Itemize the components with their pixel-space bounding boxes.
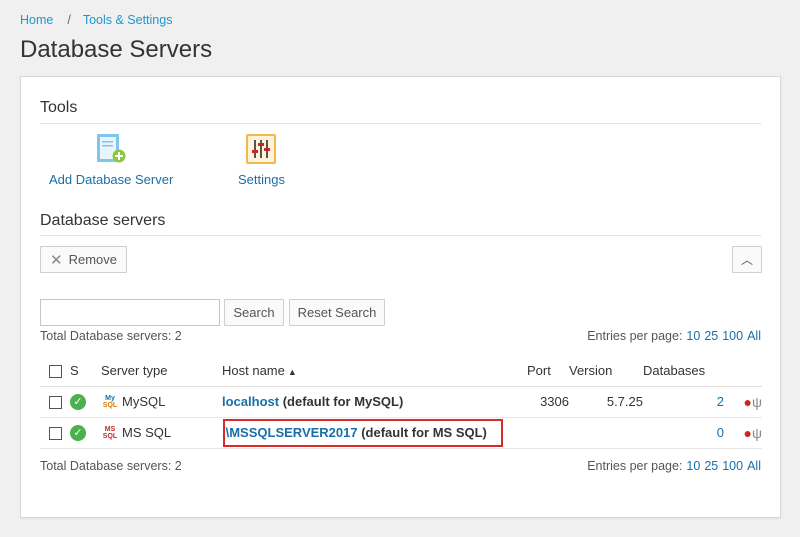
column-databases[interactable]: Databases [643,355,724,387]
entries-all[interactable]: All [747,329,761,343]
table-header-row: S Server type Host name ▲ Port Version Da… [40,355,762,387]
column-host-name[interactable]: Host name ▲ [222,355,527,387]
add-database-server-button[interactable]: Add Database Server [49,133,173,187]
main-panel: Tools Add Database Server Settings Datab… [20,76,781,518]
mssql-icon-text-bottom: SQL [102,433,118,441]
column-version[interactable]: Version [569,355,643,387]
mysql-icon-text-bottom: SQL [102,402,118,410]
breadcrumb-tools-settings[interactable]: Tools & Settings [83,13,173,27]
add-database-server-icon [95,133,127,165]
entries-per-page-bottom: Entries per page: 10 25 100 All [587,459,761,473]
database-servers-section-title: Database servers [40,212,166,229]
host-note: (default for MySQL) [282,394,404,409]
entries-25[interactable]: 25 [704,459,718,473]
server-type: MySQL [122,393,166,409]
chevron-up-icon: ︿ [740,253,753,267]
remove-x-icon: ✕ [50,251,63,269]
entries-10[interactable]: 10 [686,459,700,473]
mysql-icon-text-top: My [105,395,115,403]
row-checkbox[interactable] [49,396,62,410]
version-value [569,417,643,449]
entries-per-page-label: Entries per page: [587,329,683,343]
settings-button[interactable]: Settings [238,133,285,187]
breadcrumb-separator: / [67,13,71,27]
remove-label: Remove [68,252,117,267]
tools-wrench-icon[interactable]: ●ψ [744,394,762,410]
database-servers-table: S Server type Host name ▲ Port Version Da… [40,355,762,449]
host-link[interactable]: localhost [222,394,279,409]
row-checkbox[interactable] [49,427,62,441]
tools-divider [40,123,761,124]
collapse-toggle-button[interactable]: ︿ [732,246,762,273]
entries-100[interactable]: 100 [722,329,743,343]
total-count-bottom: Total Database servers: 2 [40,459,182,473]
entries-per-page-top: Entries per page: 10 25 100 All [587,329,761,343]
mssql-icon: MS SQL [101,426,119,440]
port-value: 3306 [527,386,569,418]
host-link[interactable]: .\MSSQLSERVER2017 [222,425,358,440]
host-name-header-label: Host name [222,362,285,378]
page-title: Database Servers [20,36,213,63]
port-value [527,417,569,449]
column-server-type[interactable]: Server type [101,355,222,387]
version-value: 5.7.25 [569,386,643,418]
sort-ascending-icon: ▲ [287,366,297,377]
host-note: (default for MS SQL) [361,425,487,440]
entries-100[interactable]: 100 [722,459,743,473]
databases-count-link[interactable]: 2 [717,394,724,409]
entries-10[interactable]: 10 [686,329,700,343]
search-input[interactable] [40,299,220,326]
breadcrumb-home[interactable]: Home [20,13,53,27]
entries-all[interactable]: All [747,459,761,473]
mssql-icon-text-top: MS [104,426,116,434]
table-row: ✓ My SQL MySQL localhost (default for MySQ… [40,386,762,418]
search-button[interactable]: Search [224,299,284,326]
select-all-checkbox[interactable] [49,364,62,378]
tools-section-title: Tools [40,99,78,116]
settings-label: Settings [238,172,285,187]
total-count-top: Total Database servers: 2 [40,329,182,343]
column-status[interactable]: S [70,355,101,387]
remove-button[interactable]: ✕ Remove [40,246,127,273]
server-type: MS SQL [122,424,172,440]
entries-25[interactable]: 25 [704,329,718,343]
entries-per-page-label: Entries per page: [587,459,683,473]
breadcrumb: Home / Tools & Settings [20,13,172,27]
table-row: ✓ MS SQL MS SQL .\MSSQLSERVER2017 (default… [40,417,762,449]
databases-count-link[interactable]: 0 [717,425,724,440]
status-ok-icon: ✓ [70,424,86,441]
status-ok-icon: ✓ [70,393,86,410]
add-database-server-label: Add Database Server [49,172,174,187]
reset-search-button[interactable]: Reset Search [289,299,385,326]
column-port[interactable]: Port [527,355,569,387]
settings-sliders-icon [245,133,277,165]
mysql-icon: My SQL [101,395,119,409]
tools-wrench-icon[interactable]: ●ψ [744,425,762,441]
database-servers-divider [40,235,761,236]
